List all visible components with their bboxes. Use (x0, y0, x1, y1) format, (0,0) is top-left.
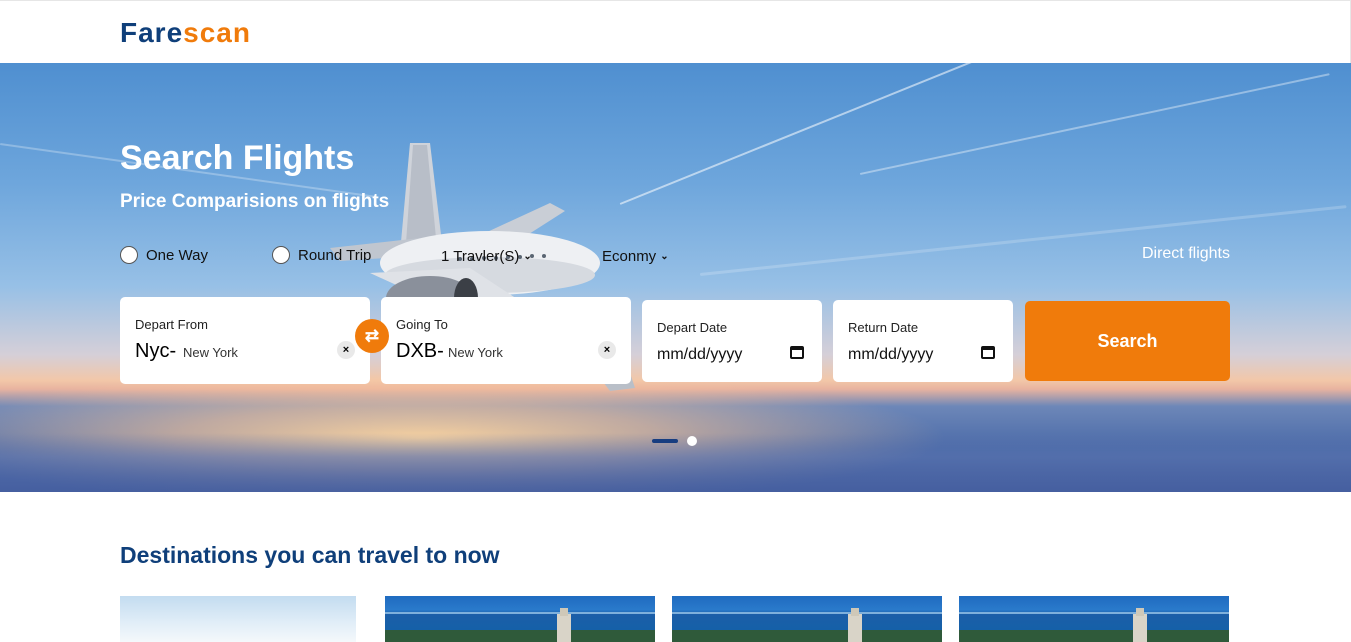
return-date-input[interactable]: mm/dd/yyyy (848, 346, 933, 364)
travelers-dropdown[interactable]: 1 Travler(S) ⌄ (441, 248, 532, 265)
hero-banner: Search Flights Price Comparisions on fli… (0, 63, 1351, 492)
trip-options-row: One Way Round Trip 1 Travler(S) ⌄ Econmy… (0, 245, 1351, 269)
lighthouse (1133, 614, 1147, 642)
logo-part-scan: scan (183, 17, 251, 48)
radio-circle[interactable] (272, 246, 290, 264)
going-to-field[interactable]: Going To DXB- New York × (381, 297, 631, 384)
travelers-label: 1 Travler(S) (441, 248, 520, 265)
clear-icon[interactable]: × (598, 341, 616, 359)
calendar-icon[interactable] (790, 346, 804, 359)
carousel-dot[interactable] (687, 436, 697, 446)
depart-from-code: Nyc- (135, 340, 177, 362)
cabin-dropdown[interactable]: Econmy ⌄ (602, 248, 669, 265)
destination-card-image[interactable] (385, 596, 655, 642)
destination-card-image[interactable] (959, 596, 1229, 642)
depart-from-label: Depart From (135, 317, 208, 332)
search-button[interactable]: Search (1025, 301, 1230, 381)
shoreline (385, 630, 655, 642)
shoreline (959, 630, 1229, 642)
direct-flights-toggle[interactable]: Direct flights (1142, 245, 1230, 263)
clear-icon[interactable]: × (337, 341, 355, 359)
one-way-radio[interactable]: One Way (120, 246, 208, 264)
destination-card-image[interactable] (672, 596, 942, 642)
cabin-label: Econmy (602, 248, 657, 265)
hero-subtitle: Price Comparisions on flights (120, 191, 390, 212)
logo[interactable]: Farescan (120, 17, 251, 49)
contrail (859, 73, 1330, 175)
round-trip-label: Round Trip (298, 246, 372, 264)
lighthouse (848, 614, 862, 642)
depart-from-field[interactable]: Depart From Nyc- New York × (120, 297, 370, 384)
destination-card-image[interactable] (120, 596, 356, 642)
destinations-title: Destinations you can travel to now (120, 542, 500, 568)
chevron-down-icon: ⌄ (523, 251, 532, 262)
return-date-label: Return Date (848, 320, 919, 335)
depart-date-input[interactable]: mm/dd/yyyy (657, 346, 742, 364)
horizon-line (385, 612, 655, 614)
radio-circle[interactable] (120, 246, 138, 264)
hero-title: Search Flights (120, 139, 355, 177)
depart-from-city: New York (183, 345, 238, 360)
depart-date-field[interactable]: Depart Date mm/dd/yyyy (642, 300, 822, 382)
return-date-field[interactable]: Return Date mm/dd/yyyy (833, 300, 1013, 382)
lighthouse-top (560, 608, 568, 616)
going-to-code: DXB- (396, 340, 444, 362)
lighthouse-top (1136, 608, 1144, 616)
lighthouse-top (851, 608, 859, 616)
one-way-label: One Way (146, 246, 208, 264)
lighthouse (557, 614, 571, 642)
round-trip-radio[interactable]: Round Trip (272, 246, 371, 264)
shoreline (672, 630, 942, 642)
depart-date-label: Depart Date (657, 320, 728, 335)
horizon-line (959, 612, 1229, 614)
going-to-label: Going To (396, 317, 448, 332)
calendar-icon[interactable] (981, 346, 995, 359)
swap-icon[interactable]: ⇄ (355, 319, 389, 353)
carousel-dot-active[interactable] (652, 439, 678, 443)
horizon-line (672, 612, 942, 614)
site-header: Farescan (0, 0, 1351, 63)
going-to-city: New York (448, 345, 503, 360)
chevron-down-icon: ⌄ (660, 251, 669, 262)
logo-part-fare: Fare (120, 17, 184, 48)
